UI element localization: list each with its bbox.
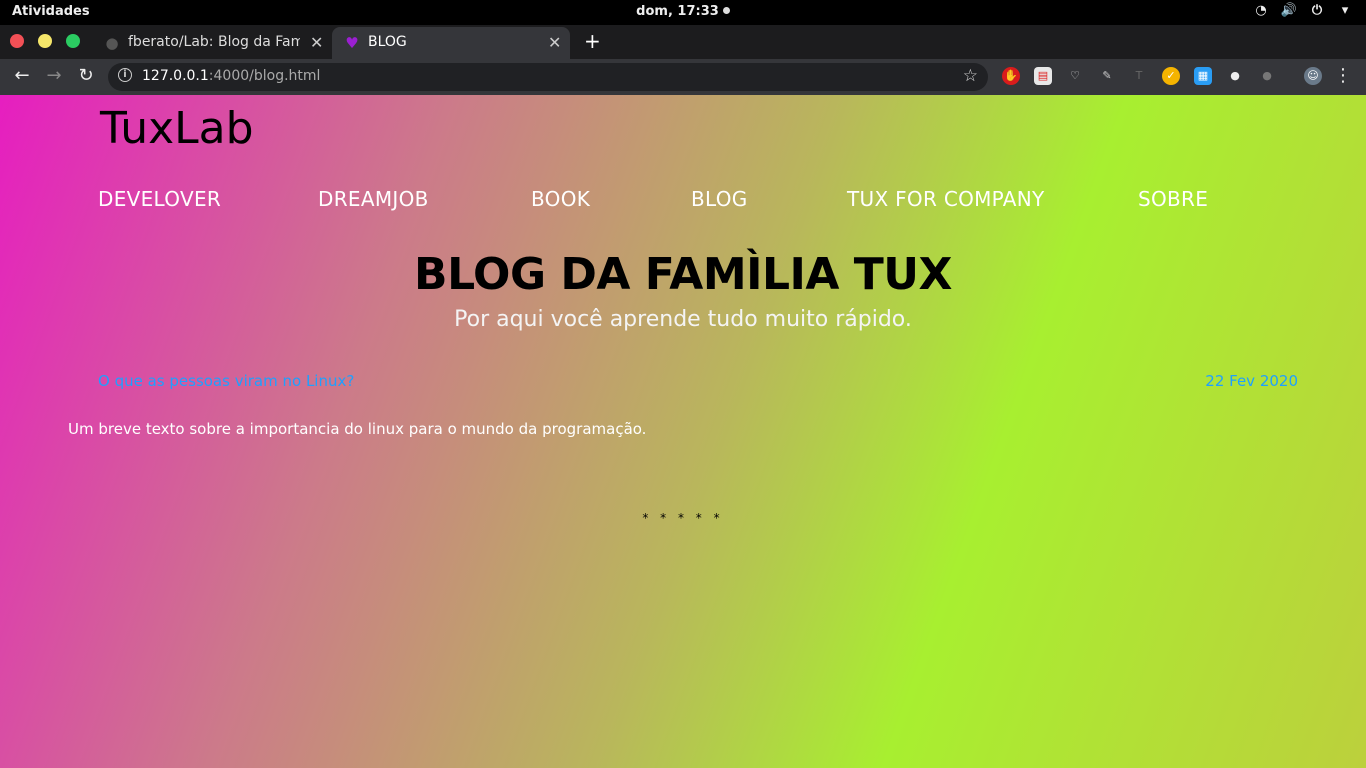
- nav-item-develover[interactable]: DEVELOVER: [98, 187, 221, 211]
- address-bar[interactable]: i 127.0.0.1:4000/blog.html ☆: [108, 63, 988, 91]
- github-icon: ●: [105, 34, 119, 52]
- wifi-icon[interactable]: ◔: [1252, 3, 1270, 18]
- page-title: BLOG DA FAMÌLIA TUX: [414, 249, 952, 300]
- browser-menu-button[interactable]: ⋮: [1334, 65, 1352, 86]
- back-button[interactable]: ←: [10, 65, 34, 86]
- bookmark-star-icon[interactable]: ☆: [963, 66, 978, 86]
- tab-title: fberato/Lab: Blog da Família: [128, 34, 300, 50]
- github-extension-icon[interactable]: ●: [1226, 67, 1244, 85]
- grid-extension-icon[interactable]: ▦: [1194, 67, 1212, 85]
- separator: * * * * *: [642, 511, 724, 525]
- os-top-bar: Atividades dom, 17:33 ◔ 🔊 ⏻ ▾: [0, 0, 1366, 25]
- tab-title: BLOG: [368, 34, 407, 50]
- site-info-icon[interactable]: i: [118, 68, 132, 82]
- browser-toolbar: ← → ↻ i 127.0.0.1:4000/blog.html ☆ ✋ ▤ ♡…: [0, 59, 1366, 95]
- nav-item-sobre[interactable]: SOBRE: [1138, 187, 1208, 211]
- post-date: 22 Fev 2020: [1205, 372, 1298, 390]
- nav-item-tux-for-company[interactable]: TUX FOR COMPANY: [847, 187, 1045, 211]
- nav-item-book[interactable]: BOOK: [531, 187, 590, 211]
- clock[interactable]: dom, 17:33: [0, 4, 1366, 19]
- window-maximize-button[interactable]: [66, 34, 80, 48]
- extension-icon[interactable]: ✓: [1162, 67, 1180, 85]
- system-tray[interactable]: ◔ 🔊 ⏻ ▾: [1252, 3, 1354, 18]
- reload-button[interactable]: ↻: [74, 65, 98, 86]
- adblock-extension-icon[interactable]: ✋: [1002, 67, 1020, 85]
- window-close-button[interactable]: [10, 34, 24, 48]
- window-minimize-button[interactable]: [38, 34, 52, 48]
- github-extension-icon-2[interactable]: ●: [1258, 67, 1276, 85]
- close-icon[interactable]: ✕: [548, 33, 561, 52]
- tab-github[interactable]: ● fberato/Lab: Blog da Família ✕: [92, 27, 330, 59]
- volume-icon[interactable]: 🔊: [1280, 3, 1298, 18]
- forward-button[interactable]: →: [42, 65, 66, 86]
- chevron-down-icon[interactable]: ▾: [1336, 3, 1354, 18]
- notification-dot-icon: [722, 7, 730, 14]
- color-picker-extension-icon[interactable]: ✎: [1098, 67, 1116, 85]
- site-brand[interactable]: TuxLab: [100, 103, 254, 154]
- page-subtitle: Por aqui você aprende tudo muito rápido.: [454, 307, 912, 332]
- nav-item-blog[interactable]: BLOG: [691, 187, 748, 211]
- post-title-link[interactable]: O que as pessoas viram no Linux?: [98, 372, 354, 390]
- nav-item-dreamjob[interactable]: DREAMJOB: [318, 187, 429, 211]
- tab-blog[interactable]: ♥ BLOG ✕: [332, 27, 570, 59]
- purple-heart-icon: ♥: [345, 34, 359, 52]
- browser-tab-strip: ● fberato/Lab: Blog da Família ✕ ♥ BLOG …: [0, 25, 1366, 59]
- url-text[interactable]: 127.0.0.1:4000/blog.html: [142, 68, 320, 84]
- pdf-extension-icon[interactable]: ▤: [1034, 67, 1052, 85]
- profile-avatar[interactable]: ☺: [1304, 67, 1322, 85]
- clock-text: dom, 17:33: [636, 4, 719, 19]
- close-icon[interactable]: ✕: [310, 33, 323, 52]
- font-extension-icon[interactable]: T: [1130, 67, 1148, 85]
- post-excerpt: Um breve texto sobre a importancia do li…: [68, 420, 647, 438]
- new-tab-button[interactable]: +: [584, 29, 601, 53]
- page-content: TuxLab DEVELOVER DREAMJOB BOOK BLOG TUX …: [0, 95, 1366, 768]
- pocket-extension-icon[interactable]: ♡: [1066, 67, 1084, 85]
- power-icon[interactable]: ⏻: [1308, 3, 1326, 18]
